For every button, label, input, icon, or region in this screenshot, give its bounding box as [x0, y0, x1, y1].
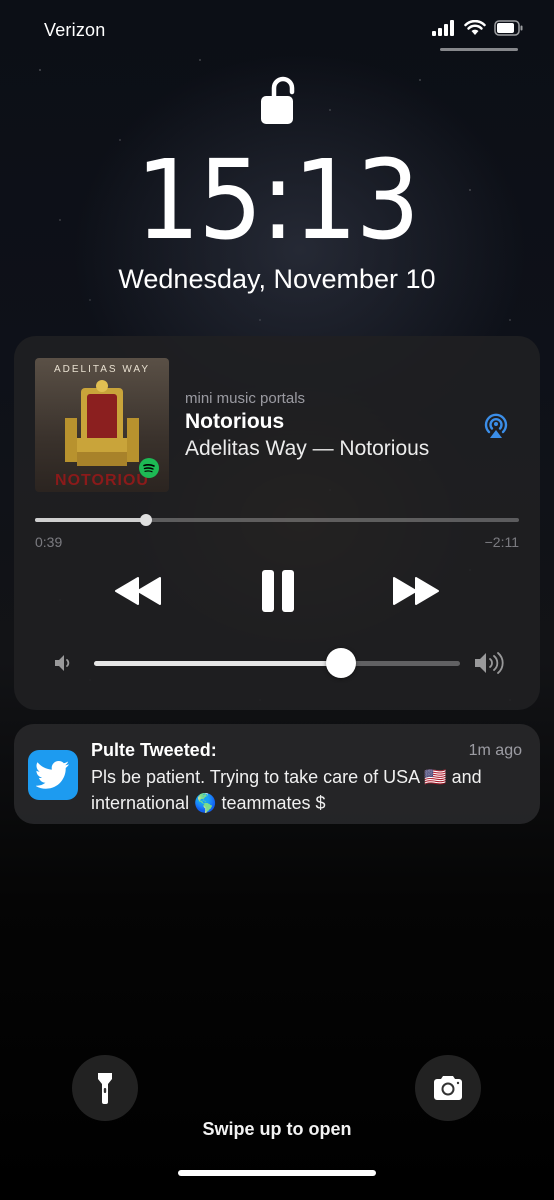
track-subtitle: Adelitas Way — Notorious	[185, 437, 430, 460]
flashlight-button[interactable]	[72, 1055, 138, 1121]
now-playing-card[interactable]: ADELITAS WAY NOTORIOU mini music portals…	[14, 336, 540, 710]
playback-progress-fill	[35, 518, 147, 522]
volume-high-icon	[475, 652, 504, 674]
wifi-icon	[464, 20, 486, 35]
battery-icon	[494, 20, 523, 36]
media-source: mini music portals	[185, 390, 306, 407]
volume-slider[interactable]	[94, 648, 460, 678]
control-center-indicator[interactable]	[440, 48, 518, 51]
playback-scrubber-knob[interactable]	[140, 514, 153, 526]
notification-title: Pulte Tweeted:	[91, 740, 217, 760]
flashlight-icon	[98, 1073, 112, 1104]
camera-icon	[434, 1076, 462, 1100]
time-remaining: −2:11	[484, 534, 519, 550]
playback-scrubber[interactable]	[35, 514, 519, 526]
status-bar: Verizon	[0, 0, 554, 64]
notification-time: 1m ago	[468, 742, 522, 759]
status-icons	[432, 20, 524, 36]
airplay-audio-icon[interactable]	[481, 410, 511, 440]
twitter-app-icon	[28, 750, 78, 800]
carrier-name: Verizon	[44, 20, 106, 40]
volume-slider-fill	[94, 661, 342, 666]
unlocked-padlock-icon	[261, 76, 295, 124]
track-title: Notorious	[185, 410, 285, 433]
swipe-up-hint: Swipe up to open	[202, 1119, 352, 1139]
rewind-icon[interactable]	[114, 576, 164, 606]
lock-screen-date: Wednesday, November 10	[118, 264, 436, 294]
notification-body: Pls be patient. Trying to take care of U…	[91, 767, 482, 813]
album-art[interactable]: ADELITAS WAY NOTORIOU	[35, 358, 169, 492]
twitter-bird-icon	[36, 761, 69, 789]
volume-low-icon	[55, 655, 70, 671]
lock-screen-clock: 15:13	[135, 136, 420, 264]
cellular-signal-icon	[432, 20, 454, 36]
time-elapsed: 0:39	[35, 534, 63, 550]
volume-slider-knob[interactable]	[326, 648, 357, 678]
camera-button[interactable]	[415, 1055, 481, 1121]
volume-control	[14, 646, 540, 680]
pause-icon[interactable]	[258, 566, 298, 616]
spotify-icon	[139, 458, 159, 478]
twitter-notification[interactable]: Pulte Tweeted: 1m ago Pls be patient. Tr…	[14, 724, 540, 824]
home-indicator[interactable]	[178, 1170, 376, 1176]
fast-forward-icon[interactable]	[390, 576, 440, 606]
transport-controls	[14, 566, 540, 618]
